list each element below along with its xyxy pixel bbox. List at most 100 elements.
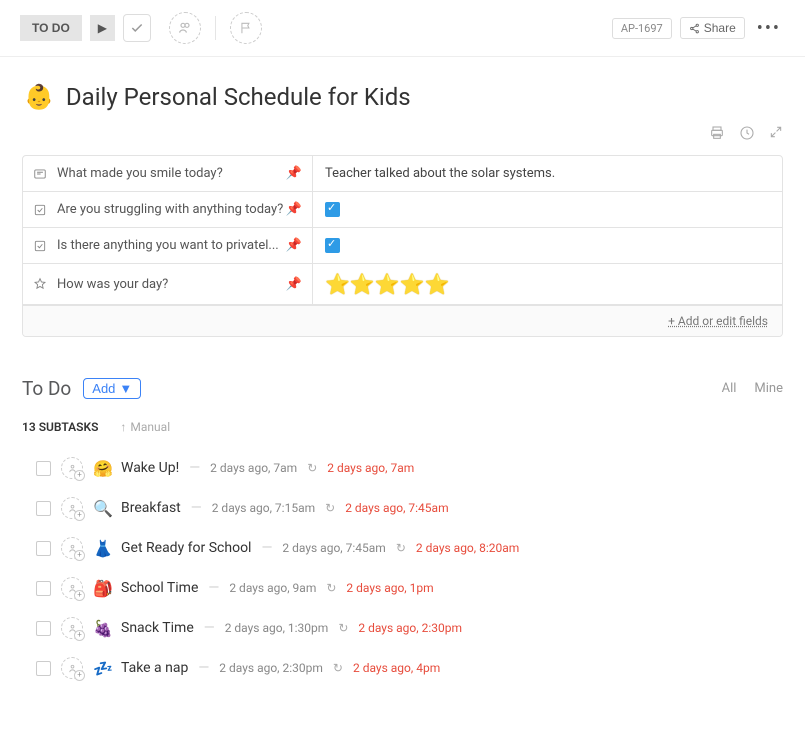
field-row: Is there anything you want to privatel..… xyxy=(23,228,782,264)
subtask-emoji: 🔍 xyxy=(93,499,111,518)
assignee-slot[interactable] xyxy=(61,617,83,639)
checked-box[interactable] xyxy=(325,202,340,217)
repeat-icon: ↻ xyxy=(396,541,406,555)
pin-icon[interactable]: 📌 xyxy=(286,238,302,253)
subtask-emoji: 💤 xyxy=(93,659,111,678)
subtask-checkbox[interactable] xyxy=(36,581,51,596)
subtask-row[interactable]: 🎒 School Time — 2 days ago, 9am ↻ 2 days… xyxy=(22,568,783,608)
subtask-title[interactable]: Get Ready for School xyxy=(121,540,251,556)
field-label[interactable]: How was your day? 📌 xyxy=(23,264,313,304)
separator: — xyxy=(191,500,202,516)
rating-stars[interactable]: ⭐ ⭐ ⭐ ⭐ ⭐ xyxy=(325,272,450,296)
subtask-title[interactable]: Take a nap xyxy=(121,660,188,676)
subtask-row[interactable]: 👗 Get Ready for School — 2 days ago, 7:4… xyxy=(22,528,783,568)
assignee-slot[interactable] xyxy=(61,497,83,519)
task-id-badge[interactable]: AP-1697 xyxy=(612,18,672,39)
due-date[interactable]: 2 days ago, 1pm xyxy=(346,581,433,595)
add-subtask-button[interactable]: Add ▼ xyxy=(83,378,141,399)
check-icon xyxy=(130,21,144,35)
field-value[interactable] xyxy=(313,228,782,263)
star-icon[interactable]: ⭐ xyxy=(400,272,425,296)
status-button[interactable]: TO DO xyxy=(20,15,82,41)
add-label: Add xyxy=(92,381,115,396)
complete-button[interactable] xyxy=(123,14,151,42)
field-value[interactable]: ⭐ ⭐ ⭐ ⭐ ⭐ xyxy=(313,264,782,304)
history-button[interactable] xyxy=(739,125,755,141)
page-title[interactable]: Daily Personal Schedule for Kids xyxy=(66,83,411,111)
field-row: What made you smile today? 📌 Teacher tal… xyxy=(23,156,782,192)
filter-mine[interactable]: Mine xyxy=(754,381,783,396)
checked-box[interactable] xyxy=(325,238,340,253)
more-menu-button[interactable]: ••• xyxy=(753,18,785,39)
expand-button[interactable] xyxy=(769,125,783,141)
subtask-row[interactable]: 🤗 Wake Up! — 2 days ago, 7am ↻ 2 days ag… xyxy=(22,448,783,488)
separator: — xyxy=(208,580,219,596)
subtask-title[interactable]: Snack Time xyxy=(121,620,194,636)
field-label[interactable]: Are you struggling with anything today? … xyxy=(23,192,313,227)
priority-button[interactable] xyxy=(230,12,262,44)
subtask-title[interactable]: Breakfast xyxy=(121,500,181,516)
due-date[interactable]: 2 days ago, 7am xyxy=(327,461,414,475)
assignee-slot[interactable] xyxy=(61,457,83,479)
add-edit-fields-button[interactable]: + Add or edit fields xyxy=(23,305,782,336)
subtask-checkbox[interactable] xyxy=(36,501,51,516)
subtask-checkbox[interactable] xyxy=(36,461,51,476)
share-button[interactable]: Share xyxy=(680,17,745,39)
filter-all[interactable]: All xyxy=(722,381,737,396)
subtask-checkbox[interactable] xyxy=(36,541,51,556)
share-label: Share xyxy=(704,21,736,35)
assign-button[interactable] xyxy=(169,12,201,44)
pin-icon[interactable]: 📌 xyxy=(286,202,302,217)
subtask-row[interactable]: 🍇 Snack Time — 2 days ago, 1:30pm ↻ 2 da… xyxy=(22,608,783,648)
flag-icon xyxy=(239,21,253,35)
start-date[interactable]: 2 days ago, 1:30pm xyxy=(225,621,329,635)
subtasks-list: 🤗 Wake Up! — 2 days ago, 7am ↻ 2 days ag… xyxy=(0,448,805,688)
separator: — xyxy=(198,660,209,676)
page-emoji: 👶 xyxy=(24,83,54,111)
repeat-icon: ↻ xyxy=(333,661,343,675)
due-date[interactable]: 2 days ago, 2:30pm xyxy=(358,621,462,635)
field-row: How was your day? 📌 ⭐ ⭐ ⭐ ⭐ ⭐ xyxy=(23,264,782,305)
due-date[interactable]: 2 days ago, 8:20am xyxy=(416,541,519,555)
pin-icon[interactable]: 📌 xyxy=(286,166,302,181)
subtask-title[interactable]: Wake Up! xyxy=(121,460,179,476)
divider xyxy=(215,16,216,40)
people-plus-icon xyxy=(177,20,193,36)
start-date[interactable]: 2 days ago, 9am xyxy=(229,581,316,595)
star-icon[interactable]: ⭐ xyxy=(325,272,350,296)
arrow-up-icon: ↑ xyxy=(120,420,126,434)
person-icon xyxy=(67,463,78,474)
subtask-meta: 13 SUBTASKS ↑ Manual xyxy=(0,414,805,448)
repeat-icon: ↻ xyxy=(326,581,336,595)
assignee-slot[interactable] xyxy=(61,577,83,599)
filter-links: All Mine xyxy=(722,381,783,396)
assignee-slot[interactable] xyxy=(61,657,83,679)
start-date[interactable]: 2 days ago, 7:15am xyxy=(212,501,315,515)
status-next-button[interactable]: ▶ xyxy=(90,15,115,41)
print-icon xyxy=(709,125,725,141)
field-label[interactable]: Is there anything you want to privatel..… xyxy=(23,228,313,263)
star-icon[interactable]: ⭐ xyxy=(350,272,375,296)
start-date[interactable]: 2 days ago, 7am xyxy=(210,461,297,475)
print-button[interactable] xyxy=(709,125,725,141)
pin-icon[interactable]: 📌 xyxy=(286,277,302,292)
subtask-row[interactable]: 💤 Take a nap — 2 days ago, 2:30pm ↻ 2 da… xyxy=(22,648,783,688)
assignee-slot[interactable] xyxy=(61,537,83,559)
subtask-title[interactable]: School Time xyxy=(121,580,198,596)
repeat-icon: ↻ xyxy=(307,461,317,475)
subtask-count: 13 SUBTASKS xyxy=(22,420,98,434)
sort-button[interactable]: ↑ Manual xyxy=(120,420,170,434)
start-date[interactable]: 2 days ago, 2:30pm xyxy=(219,661,323,675)
star-icon[interactable]: ⭐ xyxy=(375,272,400,296)
subtask-checkbox[interactable] xyxy=(36,661,51,676)
subtask-checkbox[interactable] xyxy=(36,621,51,636)
field-label[interactable]: What made you smile today? 📌 xyxy=(23,156,313,191)
due-date[interactable]: 2 days ago, 4pm xyxy=(353,661,440,675)
person-icon xyxy=(67,543,78,554)
field-value[interactable]: Teacher talked about the solar systems. xyxy=(313,156,782,191)
star-icon[interactable]: ⭐ xyxy=(425,272,450,296)
subtask-row[interactable]: 🔍 Breakfast — 2 days ago, 7:15am ↻ 2 day… xyxy=(22,488,783,528)
due-date[interactable]: 2 days ago, 7:45am xyxy=(345,501,448,515)
start-date[interactable]: 2 days ago, 7:45am xyxy=(282,541,385,555)
field-value[interactable] xyxy=(313,192,782,227)
